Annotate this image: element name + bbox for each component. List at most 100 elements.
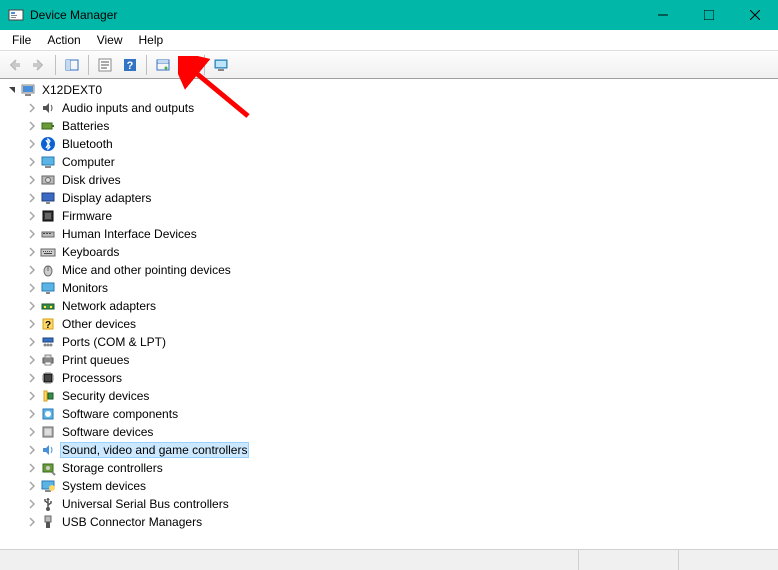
expand-arrow-icon[interactable] xyxy=(24,190,40,206)
tree-node-label[interactable]: Sound, video and game controllers xyxy=(60,442,249,458)
svg-text:?: ? xyxy=(45,320,51,331)
tree-node[interactable]: Display adapters xyxy=(4,189,778,207)
tree-node-label[interactable]: Monitors xyxy=(60,281,110,295)
show-hide-console-button[interactable] xyxy=(60,53,84,77)
minimize-button[interactable] xyxy=(640,0,686,30)
tree-node[interactable]: Keyboards xyxy=(4,243,778,261)
back-button[interactable] xyxy=(2,53,26,77)
window-controls xyxy=(640,0,778,30)
expand-arrow-icon[interactable] xyxy=(24,478,40,494)
tree-node-label[interactable]: Network adapters xyxy=(60,299,158,313)
expand-arrow-icon[interactable] xyxy=(4,82,20,98)
device-tree[interactable]: X12DEXT0 Audio inputs and outputs Batteri… xyxy=(0,79,778,549)
tree-node-label[interactable]: USB Connector Managers xyxy=(60,515,204,529)
scan-hardware-button[interactable] xyxy=(176,53,200,77)
expand-arrow-icon[interactable] xyxy=(24,172,40,188)
tree-node[interactable]: Software devices xyxy=(4,423,778,441)
tree-node[interactable]: Processors xyxy=(4,369,778,387)
expand-arrow-icon[interactable] xyxy=(24,154,40,170)
expand-arrow-icon[interactable] xyxy=(24,424,40,440)
expand-arrow-icon[interactable] xyxy=(24,280,40,296)
expand-arrow-icon[interactable] xyxy=(24,226,40,242)
tree-root-node[interactable]: X12DEXT0 xyxy=(4,81,778,99)
expand-arrow-icon[interactable] xyxy=(24,442,40,458)
tree-node-label[interactable]: Software devices xyxy=(60,425,155,439)
tree-node[interactable]: Computer xyxy=(4,153,778,171)
tree-node-label[interactable]: Ports (COM & LPT) xyxy=(60,335,168,349)
tree-node[interactable]: Network adapters xyxy=(4,297,778,315)
tree-node-label[interactable]: Display adapters xyxy=(60,191,153,205)
tree-node[interactable]: Disk drives xyxy=(4,171,778,189)
tree-node[interactable]: Batteries xyxy=(4,117,778,135)
expand-arrow-icon[interactable] xyxy=(24,316,40,332)
expand-arrow-icon[interactable] xyxy=(24,262,40,278)
tree-node-label[interactable]: Human Interface Devices xyxy=(60,227,199,241)
hid-icon xyxy=(40,226,56,242)
expand-arrow-icon[interactable] xyxy=(24,208,40,224)
expand-arrow-icon[interactable] xyxy=(24,496,40,512)
tree-node[interactable]: Firmware xyxy=(4,207,778,225)
tree-node[interactable]: Software components xyxy=(4,405,778,423)
toolbar-separator xyxy=(88,55,89,75)
expand-arrow-icon[interactable] xyxy=(24,298,40,314)
firmware-icon xyxy=(40,208,56,224)
processor-icon xyxy=(40,370,56,386)
toolbar-separator xyxy=(55,55,56,75)
tree-node-label[interactable]: Security devices xyxy=(60,389,151,403)
expand-arrow-icon[interactable] xyxy=(24,136,40,152)
tree-node[interactable]: Ports (COM & LPT) xyxy=(4,333,778,351)
tree-node-label[interactable]: Print queues xyxy=(60,353,131,367)
menu-file[interactable]: File xyxy=(4,31,39,49)
app-icon xyxy=(8,7,24,23)
tree-node-label[interactable]: Mice and other pointing devices xyxy=(60,263,233,277)
tree-node[interactable]: Universal Serial Bus controllers xyxy=(4,495,778,513)
tree-node[interactable]: Audio inputs and outputs xyxy=(4,99,778,117)
maximize-button[interactable] xyxy=(686,0,732,30)
tree-node-label[interactable]: Firmware xyxy=(60,209,114,223)
expand-arrow-icon[interactable] xyxy=(24,100,40,116)
tree-node[interactable]: Print queues xyxy=(4,351,778,369)
tree-node-label[interactable]: Audio inputs and outputs xyxy=(60,101,196,115)
expand-arrow-icon[interactable] xyxy=(24,352,40,368)
tree-node-label[interactable]: Universal Serial Bus controllers xyxy=(60,497,231,511)
help-button[interactable]: ? xyxy=(118,53,142,77)
menu-help[interactable]: Help xyxy=(131,31,172,49)
expand-arrow-icon[interactable] xyxy=(24,514,40,530)
menu-action[interactable]: Action xyxy=(39,31,88,49)
close-button[interactable] xyxy=(732,0,778,30)
forward-button[interactable] xyxy=(27,53,51,77)
tree-node[interactable]: ? Other devices xyxy=(4,315,778,333)
expand-arrow-icon[interactable] xyxy=(24,118,40,134)
tree-node-label[interactable]: Bluetooth xyxy=(60,137,115,151)
tree-node[interactable]: Security devices xyxy=(4,387,778,405)
tree-root-label[interactable]: X12DEXT0 xyxy=(40,83,104,97)
tree-node-label[interactable]: Batteries xyxy=(60,119,111,133)
expand-arrow-icon[interactable] xyxy=(24,388,40,404)
tree-node-label[interactable]: Computer xyxy=(60,155,117,169)
expand-arrow-icon[interactable] xyxy=(24,244,40,260)
tree-node-label[interactable]: Other devices xyxy=(60,317,138,331)
update-driver-button[interactable] xyxy=(151,53,175,77)
tree-node-label[interactable]: Processors xyxy=(60,371,124,385)
tree-node-label[interactable]: Keyboards xyxy=(60,245,121,259)
tree-node[interactable]: Mice and other pointing devices xyxy=(4,261,778,279)
usb-connector-icon xyxy=(40,514,56,530)
tree-node[interactable]: Monitors xyxy=(4,279,778,297)
devices-and-printers-button[interactable] xyxy=(209,53,233,77)
tree-node[interactable]: USB Connector Managers xyxy=(4,513,778,531)
tree-node[interactable]: Sound, video and game controllers xyxy=(4,441,778,459)
tree-node-label[interactable]: System devices xyxy=(60,479,148,493)
tree-node[interactable]: System devices xyxy=(4,477,778,495)
expand-arrow-icon[interactable] xyxy=(24,334,40,350)
tree-node[interactable]: Storage controllers xyxy=(4,459,778,477)
expand-arrow-icon[interactable] xyxy=(24,406,40,422)
tree-node-label[interactable]: Storage controllers xyxy=(60,461,165,475)
expand-arrow-icon[interactable] xyxy=(24,460,40,476)
tree-node[interactable]: Bluetooth xyxy=(4,135,778,153)
tree-node-label[interactable]: Software components xyxy=(60,407,180,421)
tree-node-label[interactable]: Disk drives xyxy=(60,173,123,187)
properties-button[interactable] xyxy=(93,53,117,77)
tree-node[interactable]: Human Interface Devices xyxy=(4,225,778,243)
expand-arrow-icon[interactable] xyxy=(24,370,40,386)
menu-view[interactable]: View xyxy=(89,31,131,49)
